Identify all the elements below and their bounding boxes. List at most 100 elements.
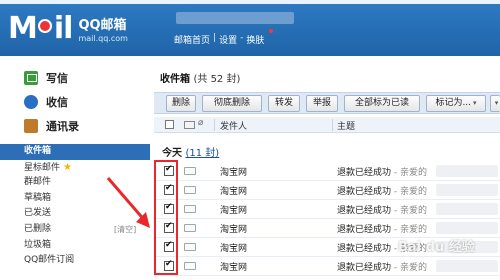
mail-sender[interactable]: 淘宝网: [220, 222, 247, 235]
folder-label: QQ邮件订阅: [24, 255, 75, 266]
link-separator: -: [240, 33, 244, 43]
column-divider: [332, 119, 333, 131]
sidebar-item-deleted[interactable]: 已删除 [清空]: [0, 222, 150, 238]
mail-subject[interactable]: 退款已经成功 - 亲爱的: [337, 184, 427, 197]
receive-button[interactable]: 收信: [24, 90, 79, 114]
sidebar-item-drafts[interactable]: 草稿箱: [0, 191, 150, 207]
column-divider: [214, 119, 215, 131]
contacts-label: 通讯录: [46, 120, 79, 133]
folder-label: 已发送: [24, 208, 52, 219]
mark-as-dropdown[interactable]: 标记为... ▾: [426, 95, 486, 112]
sidebar-item-subscriptions[interactable]: QQ邮件订阅: [0, 253, 150, 269]
contacts-icon: [24, 119, 38, 133]
blurred-preview: [436, 260, 498, 272]
mark-as-label: 标记为...: [435, 98, 472, 108]
app-header: M il QQ邮箱 mail.qq.com 邮箱首页 | 设置 - 换肤: [0, 0, 500, 56]
sidebar-item-group-mail[interactable]: 群邮件: [0, 175, 150, 191]
folder-label: 已删除: [24, 223, 52, 234]
blurred-preview: [436, 165, 498, 177]
subject-column-header[interactable]: 主题: [337, 119, 355, 132]
logo-letter-m: M: [8, 10, 38, 46]
logo-brand: QQ邮箱: [78, 17, 127, 33]
subject-text: 退款已经成功: [337, 244, 392, 254]
mail-sender[interactable]: 淘宝网: [220, 241, 247, 254]
mail-sender[interactable]: 淘宝网: [220, 184, 247, 197]
read-envelope-icon: [184, 167, 196, 175]
chevron-down-icon: ▾: [473, 99, 477, 107]
mail-row[interactable]: 淘宝网 退款已经成功 - 亲爱的: [154, 181, 500, 200]
receive-label: 收信: [46, 96, 68, 109]
mail-subject[interactable]: 退款已经成功 - 亲爱的: [337, 222, 427, 235]
page-title: 收件箱 (共 52 封): [160, 70, 240, 85]
subject-preview: - 亲爱的: [391, 206, 427, 216]
link-settings[interactable]: 设置: [219, 33, 237, 46]
inbox-icon: [24, 95, 38, 109]
mail-row[interactable]: 淘宝网 退款已经成功 - 亲爱的: [154, 200, 500, 219]
subject-text: 退款已经成功: [337, 168, 392, 178]
report-button[interactable]: 举报: [306, 95, 338, 112]
read-envelope-icon: [184, 186, 196, 194]
compose-label: 写信: [46, 72, 68, 85]
sidebar-item-starred[interactable]: 星标邮件 ★: [0, 160, 150, 176]
compose-icon: [24, 71, 38, 85]
sidebar-item-sent[interactable]: 已发送: [0, 206, 150, 222]
sidebar-item-spam[interactable]: 垃圾箱: [0, 238, 150, 254]
primary-nav: 写信 收信 通讯录: [24, 66, 79, 138]
sidebar: 写信 收信 通讯录 收件箱 星标邮件 ★ 群邮件 草稿箱 已发送 已删除 [清空] …: [0, 56, 150, 280]
mark-all-read-button[interactable]: 全部标为已读: [344, 95, 420, 112]
mail-row[interactable]: 淘宝网 退款已经成功 - 亲爱的: [154, 257, 500, 276]
subject-text: 退款已经成功: [337, 206, 392, 216]
folder-label: 垃圾箱: [24, 239, 52, 250]
mail-sender[interactable]: 淘宝网: [220, 165, 247, 178]
blurred-preview: [436, 203, 498, 215]
select-all-checkbox[interactable]: [165, 120, 174, 129]
inbox-title-text: 收件箱: [160, 74, 190, 85]
sidebar-item-inbox[interactable]: 收件箱: [0, 144, 150, 160]
annotation-highlight-box: [154, 160, 178, 275]
read-envelope-icon: [184, 262, 196, 270]
header-links: 邮箱首页 | 设置 - 换肤: [174, 29, 274, 46]
folder-label: 星标邮件: [24, 162, 61, 173]
more-actions-dropdown[interactable]: ▾: [490, 95, 500, 112]
compose-button[interactable]: 写信: [24, 66, 79, 90]
contacts-button[interactable]: 通讯录: [24, 114, 79, 138]
mail-sender[interactable]: 淘宝网: [220, 203, 247, 216]
permanent-delete-button[interactable]: 彻底删除: [202, 95, 262, 112]
mail-subject[interactable]: 退款已经成功 - 亲爱的: [337, 165, 427, 178]
folder-label: 收件箱: [24, 146, 52, 156]
mail-sender[interactable]: 淘宝网: [220, 260, 247, 273]
attachment-column-icon: ⌀: [198, 118, 204, 128]
logo-mascot-icon: [37, 19, 52, 33]
sender-column-header[interactable]: 发件人: [220, 119, 247, 132]
top-strip: [0, 0, 500, 4]
link-mail-home[interactable]: 邮箱首页: [174, 33, 210, 46]
mail-toolbar: 删除 彻底删除 转发 举报 全部标为已读 标记为... ▾ ▾: [154, 92, 500, 114]
empty-trash-link[interactable]: [清空]: [114, 222, 136, 238]
mail-subject[interactable]: 退款已经成功 - 亲爱的: [337, 260, 427, 273]
subject-preview: - 亲爱的: [391, 263, 427, 273]
link-separator: |: [213, 33, 217, 43]
logo-letters-il: il: [53, 10, 74, 46]
blurred-preview: [436, 184, 498, 196]
mail-subject[interactable]: 退款已经成功 - 亲爱的: [337, 203, 427, 216]
qqmail-logo[interactable]: M il QQ邮箱 mail.qq.com: [8, 10, 128, 46]
group-count-link[interactable]: (11 封): [185, 148, 219, 159]
read-envelope-icon: [184, 205, 196, 213]
link-skin[interactable]: 换肤: [246, 33, 264, 46]
read-envelope-icon: [184, 224, 196, 232]
mail-row[interactable]: 淘宝网 退款已经成功 - 亲爱的: [154, 162, 500, 181]
folder-label: 草稿箱: [24, 192, 52, 203]
delete-button[interactable]: 删除: [166, 95, 196, 112]
date-group-today: 今天 (11 封): [162, 144, 219, 159]
subject-text: 退款已经成功: [337, 263, 392, 273]
watermark-logo: Bai du 经验: [398, 240, 475, 255]
read-envelope-icon: [184, 243, 196, 251]
user-account-blurred: [176, 12, 294, 24]
subject-text: 退款已经成功: [337, 225, 392, 235]
logo-url: mail.qq.com: [78, 33, 128, 43]
subject-preview: - 亲爱的: [391, 225, 427, 235]
folder-list: 收件箱 星标邮件 ★ 群邮件 草稿箱 已发送 已删除 [清空] 垃圾箱 QQ邮件订阅: [0, 144, 150, 269]
star-icon: ★: [63, 161, 72, 173]
subject-text: 退款已经成功: [337, 187, 392, 197]
forward-button[interactable]: 转发: [268, 95, 300, 112]
